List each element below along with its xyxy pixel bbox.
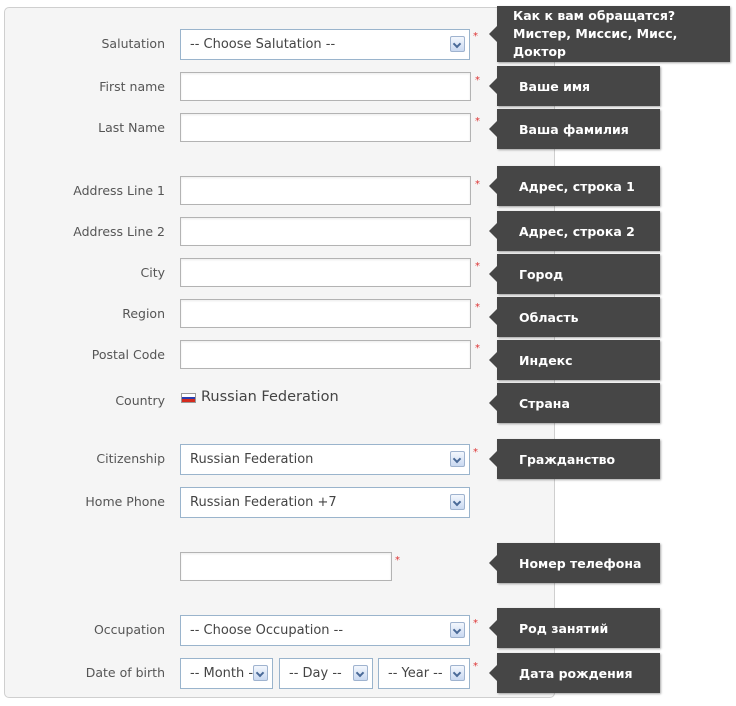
dob-year-value: -- Year -- <box>388 666 443 681</box>
tooltip-last-name-text: Ваша фамилия <box>519 121 629 137</box>
chevron-down-icon <box>353 665 368 681</box>
tooltip-country: Страна <box>489 383 660 423</box>
phone-number-input[interactable] <box>180 552 392 581</box>
citizenship-label: Citizenship <box>96 451 165 466</box>
address-line-1-input[interactable] <box>180 176 471 205</box>
required-marker: * <box>475 261 480 272</box>
tooltip-first-name: Ваше имя <box>489 66 660 106</box>
required-marker: * <box>473 618 478 629</box>
city-label: City <box>140 265 166 280</box>
required-marker: * <box>475 343 480 354</box>
address-line-2-input[interactable] <box>180 217 471 246</box>
region-label: Region <box>122 306 165 321</box>
required-marker: * <box>475 75 480 86</box>
occupation-select[interactable]: -- Choose Occupation -- <box>180 615 470 646</box>
tooltip-date-of-birth: Дата рождения <box>489 653 660 693</box>
last-name-label: Last Name <box>98 120 165 135</box>
chevron-down-icon <box>253 665 268 681</box>
dob-year-select[interactable]: -- Year -- <box>378 658 470 689</box>
tooltip-country-text: Страна <box>519 395 570 411</box>
tooltip-postal-text: Индекс <box>519 352 573 368</box>
last-name-input[interactable] <box>180 113 471 142</box>
chevron-down-icon <box>450 451 465 467</box>
required-marker: * <box>473 31 478 42</box>
salutation-label: Salutation <box>101 36 166 51</box>
dob-day-select[interactable]: -- Day -- <box>279 658 373 689</box>
dob-month-select[interactable]: -- Month - <box>180 658 273 689</box>
home-phone-country-value: Russian Federation +7 <box>190 495 337 510</box>
address-line-2-label: Address Line 2 <box>73 224 165 239</box>
first-name-label: First name <box>99 79 165 94</box>
city-input[interactable] <box>180 258 471 287</box>
chevron-down-icon <box>450 622 465 638</box>
russia-flag-icon <box>181 393 196 403</box>
country-value: Russian Federation <box>201 389 339 405</box>
tooltip-phone: Номер телефона <box>489 543 660 583</box>
tooltip-address-2: Адрес, строка 2 <box>489 211 660 251</box>
home-phone-country-select[interactable]: Russian Federation +7 <box>180 487 470 518</box>
home-phone-label: Home Phone <box>85 494 165 509</box>
required-marker: * <box>475 116 480 127</box>
dob-day-value: -- Day -- <box>289 666 342 681</box>
dob-month-value: -- Month - <box>190 666 254 681</box>
tooltip-citizenship-text: Гражданство <box>519 451 616 467</box>
date-of-birth-label: Date of birth <box>85 665 165 680</box>
tooltip-salutation-line2: Мистер, Миссис, Мисс, Доктор <box>513 26 678 59</box>
address-line-1-label: Address Line 1 <box>73 183 165 198</box>
region-input[interactable] <box>180 299 471 328</box>
tooltip-address-1: Адрес, строка 1 <box>489 166 660 206</box>
salutation-select[interactable]: -- Choose Salutation -- <box>180 29 470 60</box>
first-name-input[interactable] <box>180 72 471 101</box>
tooltip-address-1-text: Адрес, строка 1 <box>519 178 635 194</box>
tooltip-city: Город <box>489 254 660 294</box>
postal-code-input[interactable] <box>180 340 471 369</box>
flag-stripe <box>182 399 195 402</box>
chevron-down-icon <box>450 36 465 52</box>
chevron-down-icon <box>450 494 465 510</box>
salutation-value: -- Choose Salutation -- <box>190 37 336 52</box>
tooltip-date-of-birth-text: Дата рождения <box>519 665 633 681</box>
chevron-down-icon <box>450 665 465 681</box>
country-label: Country <box>115 393 165 408</box>
required-marker: * <box>395 555 400 566</box>
tooltip-occupation: Род занятий <box>489 608 660 648</box>
tooltip-phone-text: Номер телефона <box>519 555 642 571</box>
required-marker: * <box>475 302 480 313</box>
required-marker: * <box>473 661 478 672</box>
citizenship-value: Russian Federation <box>190 452 314 467</box>
tooltip-occupation-text: Род занятий <box>519 620 609 636</box>
tooltip-last-name: Ваша фамилия <box>489 109 660 149</box>
tooltip-region-text: Область <box>519 309 579 325</box>
tooltip-address-2-text: Адрес, строка 2 <box>519 223 635 239</box>
citizenship-select[interactable]: Russian Federation <box>180 444 470 475</box>
tooltip-city-text: Город <box>519 266 564 282</box>
occupation-value: -- Choose Occupation -- <box>190 623 344 638</box>
required-marker: * <box>475 179 480 190</box>
tooltip-salutation: Как к вам обращатся? Мистер, Миссис, Мис… <box>489 6 730 62</box>
tooltip-region: Область <box>489 297 660 337</box>
tooltip-postal: Индекс <box>489 340 660 380</box>
postal-code-label: Postal Code <box>91 347 165 362</box>
occupation-label: Occupation <box>93 622 165 637</box>
tooltip-citizenship: Гражданство <box>489 439 660 479</box>
tooltip-salutation-line1: Как к вам обращатся? <box>513 8 676 23</box>
required-marker: * <box>473 447 478 458</box>
tooltip-first-name-text: Ваше имя <box>519 78 591 94</box>
